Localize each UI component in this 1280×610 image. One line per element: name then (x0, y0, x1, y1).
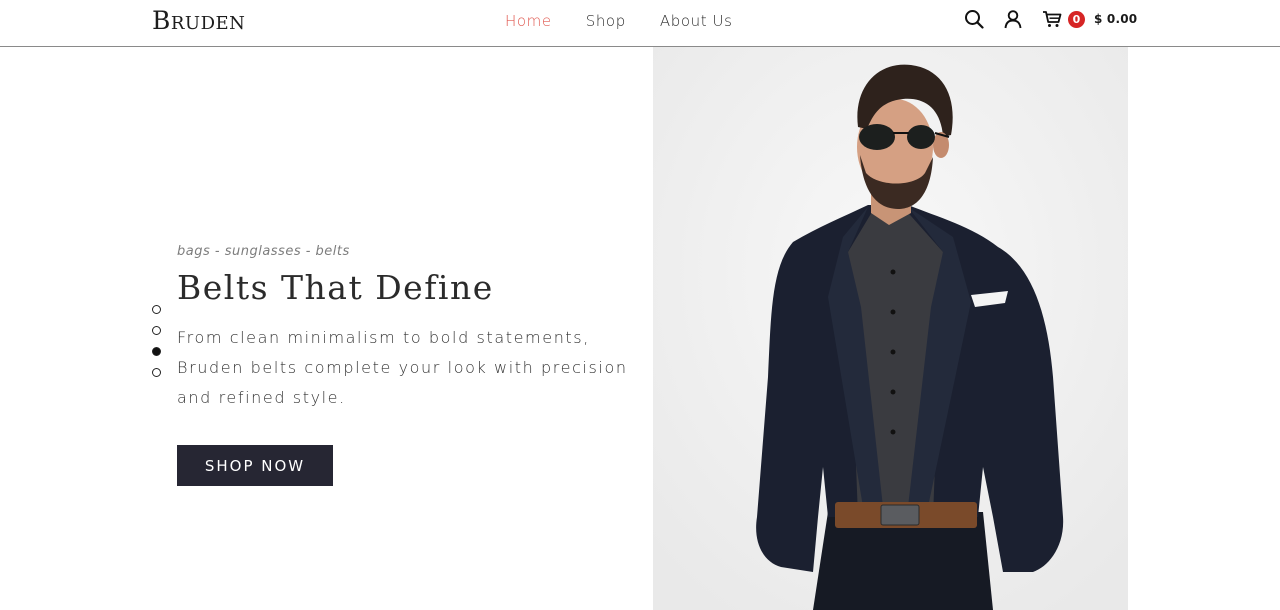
slider-pagination (152, 305, 161, 377)
hero-image (653, 47, 1128, 610)
header-actions: 0 $ 0.00 (964, 9, 1137, 29)
slider-dot-4[interactable] (152, 368, 161, 377)
user-icon[interactable] (1003, 9, 1023, 29)
logo[interactable]: Bruden (152, 6, 245, 35)
hero-headline: Belts That Define (177, 268, 494, 307)
site-header: Bruden Home Shop About Us 0 $ 0.00 (0, 0, 1280, 47)
cart-count-badge: 0 (1068, 10, 1085, 28)
hero-description: From clean minimalism to bold statements… (177, 328, 628, 407)
slider-dot-2[interactable] (152, 326, 161, 335)
nav-about-us[interactable]: About Us (660, 12, 733, 30)
nav-home[interactable]: Home (505, 12, 552, 30)
cart-total[interactable]: $ 0.00 (1094, 12, 1137, 26)
search-icon[interactable] (964, 9, 984, 29)
slider-dot-1[interactable] (152, 305, 161, 314)
slider-dot-3[interactable] (152, 347, 161, 356)
model-illustration (653, 47, 1128, 610)
main-nav: Home Shop About Us (505, 12, 733, 30)
nav-shop[interactable]: Shop (586, 12, 626, 30)
cart-icon[interactable] (1042, 9, 1062, 29)
hero-tagline: bags - sunglasses - belts (177, 244, 350, 259)
hero-content: bags - sunglasses - belts Belts That Def… (177, 244, 637, 413)
shop-now-button[interactable]: SHOP NOW (177, 445, 333, 486)
